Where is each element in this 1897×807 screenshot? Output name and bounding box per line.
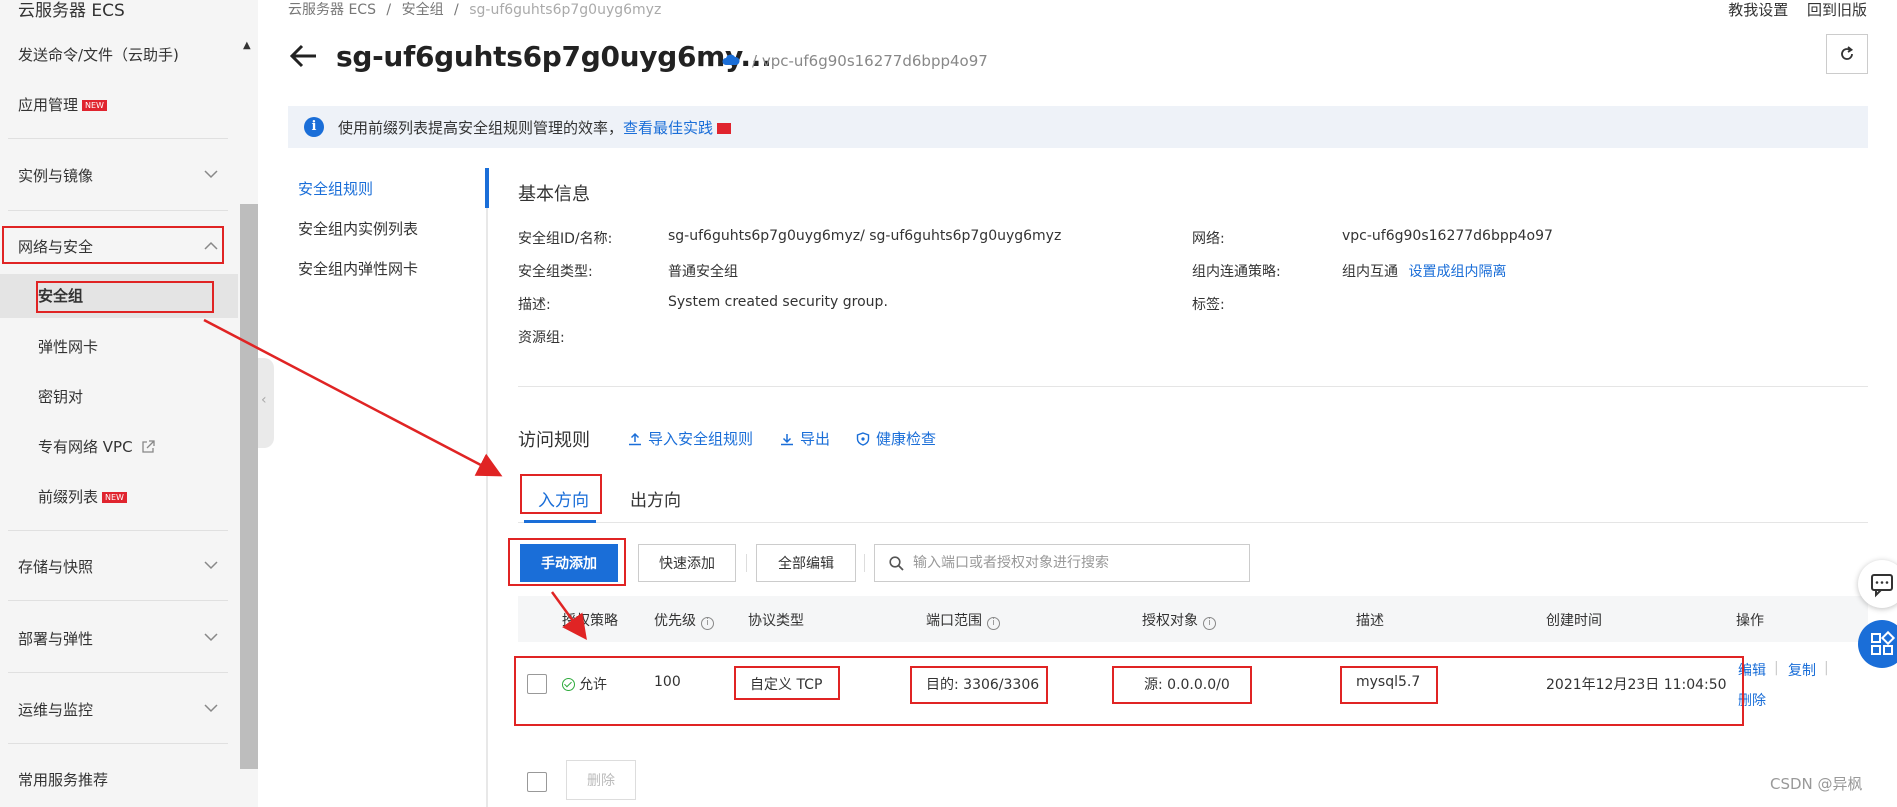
apps-float-button[interactable] xyxy=(1858,620,1897,668)
annotation-arrow xyxy=(550,591,587,641)
watermark: CSDN @异枫 xyxy=(1770,775,1863,793)
annotation-arrow xyxy=(203,318,503,477)
apps-icon xyxy=(1871,630,1896,655)
feedback-float-button[interactable] xyxy=(1858,560,1897,608)
chat-icon xyxy=(1871,574,1893,598)
annotation-arrows xyxy=(203,318,587,641)
